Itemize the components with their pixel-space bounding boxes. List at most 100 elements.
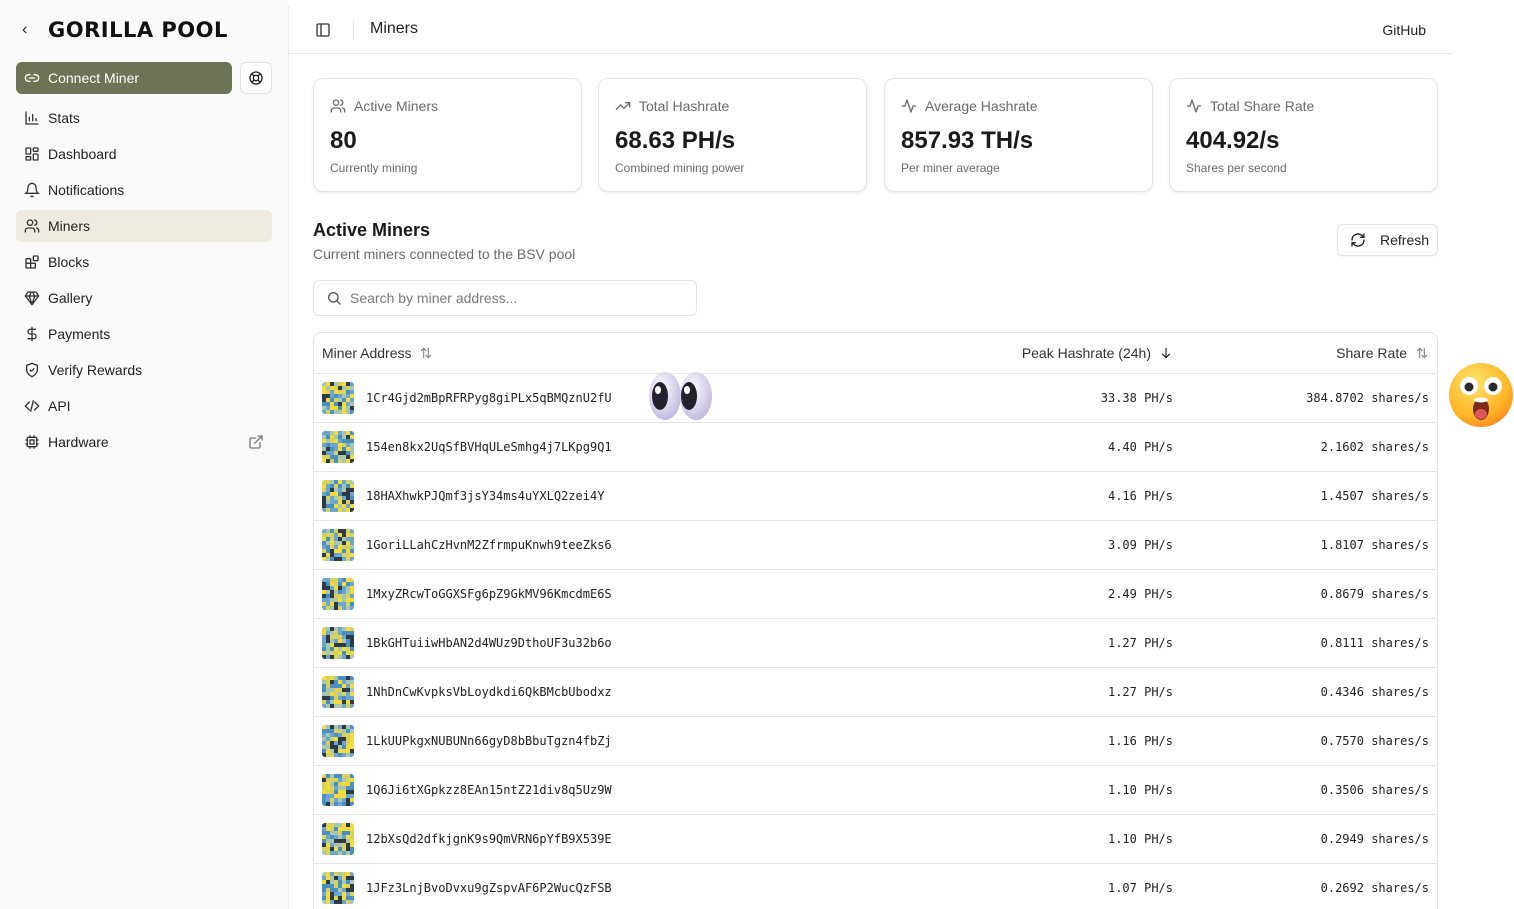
section-title: Active Miners	[313, 220, 431, 240]
table-row[interactable]: 1MxyZRcwToGGXSFg6pZ9GkMV96KmcdmE6S 2.49 …	[314, 570, 1437, 619]
sidebar-item-api[interactable]: API	[16, 390, 272, 422]
sidebar-item-label: Verify Rewards	[48, 362, 143, 378]
search-input[interactable]	[350, 290, 680, 306]
miner-address[interactable]: 18HAXhwkPJQmf3jsY34ms4uYXLQ2zei4Y	[366, 489, 604, 503]
arrow-down-icon	[1161, 347, 1171, 359]
miner-avatar	[322, 676, 354, 708]
external-link-icon	[249, 435, 263, 449]
column-header-miner-address[interactable]: Miner Address	[322, 345, 433, 361]
activity-icon	[901, 99, 917, 113]
identicon-icon	[322, 529, 354, 561]
table-row[interactable]: 1JFz3LnjBvoDvxu9gZspvAF6P2WucQzFSB 1.07 …	[314, 864, 1437, 909]
dashboard-icon	[25, 147, 39, 161]
sidebar-item-notifications[interactable]: Notifications	[16, 174, 272, 206]
peak-hashrate: 1.10 PH/s	[1107, 832, 1173, 846]
column-label: Miner Address	[322, 345, 412, 361]
table-header: Miner Address Peak Hashrate (24h) Share …	[314, 333, 1437, 374]
share-rate: 0.2949 shares/s	[1320, 832, 1429, 846]
peak-hashrate: 4.16 PH/s	[1107, 489, 1173, 503]
sidebar-item-payments[interactable]: Payments	[16, 318, 272, 350]
table-row[interactable]: 154en8kx2UqSfBVHqULeSmhg4j7LKpg9Q1 4.40 …	[314, 423, 1437, 472]
search-icon	[328, 292, 341, 305]
sidebar-item-miners[interactable]: Miners	[16, 210, 272, 242]
sidebar-item-verify-rewards[interactable]: Verify Rewards	[16, 354, 272, 386]
miner-avatar	[322, 431, 354, 463]
identicon-icon	[322, 480, 354, 512]
dollar-icon	[27, 326, 37, 342]
miner-address[interactable]: 1Cr4Gjd2mBpRFRPyg8giPLx5qBMQznU2fU	[366, 391, 612, 405]
life-buoy-icon	[249, 71, 263, 85]
header-divider	[353, 20, 354, 40]
table-row[interactable]: 18HAXhwkPJQmf3jsY34ms4uYXLQ2zei4Y 4.16 P…	[314, 472, 1437, 521]
miner-address[interactable]: 12bXsQd2dfkjgnK9s9QmVRN6pYfB9X539E	[366, 832, 612, 846]
connect-miner-label: Connect Miner	[48, 70, 140, 86]
total-share-rate-card: Total Share Rate 404.92/s Shares per sec…	[1169, 78, 1438, 192]
active-miners-card: Active Miners 80 Currently mining	[313, 78, 582, 192]
identicon-icon	[322, 725, 354, 757]
column-header-share-rate[interactable]: Share Rate	[1336, 345, 1429, 361]
sort-icon	[421, 347, 432, 359]
miner-avatar	[322, 480, 354, 512]
miner-address[interactable]: 1NhDnCwKvpksVbLoydkdi6QkBMcbUbodxz	[366, 685, 612, 699]
trending-up-icon	[615, 102, 631, 110]
table-row[interactable]: 1GoriLLahCzHvnM2ZfrmpuKnwh9teeZks6 3.09 …	[314, 521, 1437, 570]
miner-address[interactable]: 1Q6Ji6tXGpkzz8EAn15ntZ21div8q5Uz9W	[366, 783, 612, 797]
refresh-label: Refresh	[1380, 232, 1430, 248]
sidebar-item-gallery[interactable]: Gallery	[16, 282, 272, 314]
cpu-icon	[25, 435, 39, 449]
sidebar-toggle-icon[interactable]	[315, 22, 331, 38]
back-chevron-icon[interactable]: ‹	[22, 21, 36, 39]
code-icon	[24, 400, 40, 412]
share-rate: 0.2692 shares/s	[1320, 881, 1429, 895]
sidebar-nav: Stats Dashboard Notifications Miners Blo…	[16, 102, 272, 462]
card-title: Average Hashrate	[925, 98, 1038, 114]
table-row[interactable]: 1BkGHTuiiwHbAN2d4WUz9DthoUF3u32b6o 1.27 …	[314, 619, 1437, 668]
sidebar-item-stats[interactable]: Stats	[16, 102, 272, 134]
shield-check-icon	[26, 362, 38, 378]
github-link[interactable]: GitHub	[1382, 22, 1426, 38]
sidebar-item-label: Gallery	[48, 290, 93, 306]
miner-address[interactable]: 154en8kx2UqSfBVHqULeSmhg4j7LKpg9Q1	[366, 440, 612, 454]
sidebar-item-label: Notifications	[48, 182, 125, 198]
miner-address[interactable]: 1BkGHTuiiwHbAN2d4WUz9DthoUF3u32b6o	[366, 636, 612, 650]
column-header-peak-hashrate[interactable]: Peak Hashrate (24h)	[1022, 345, 1173, 361]
miner-avatar	[322, 774, 354, 806]
table-row[interactable]: 1NhDnCwKvpksVbLoydkdi6QkBMcbUbodxz 1.27 …	[314, 668, 1437, 717]
sidebar-item-label: Blocks	[48, 254, 90, 270]
peak-hashrate: 1.10 PH/s	[1107, 783, 1173, 797]
table-row[interactable]: 1Q6Ji6tXGpkzz8EAn15ntZ21div8q5Uz9W 1.10 …	[314, 766, 1437, 815]
table-row[interactable]: 12bXsQd2dfkjgnK9s9QmVRN6pYfB9X539E 1.10 …	[314, 815, 1437, 864]
identicon-icon	[322, 627, 354, 659]
blocks-icon	[25, 255, 39, 269]
users-icon	[24, 219, 40, 233]
sidebar-item-blocks[interactable]: Blocks	[16, 246, 272, 278]
brand: ‹ GORILLA POOL	[22, 14, 228, 46]
table-row[interactable]: 1Cr4Gjd2mBpRFRPyg8giPLx5qBMQznU2fU 33.38…	[314, 374, 1437, 423]
refresh-button[interactable]: Refresh	[1337, 224, 1438, 256]
miner-address[interactable]: 1GoriLLahCzHvnM2ZfrmpuKnwh9teeZks6	[366, 538, 612, 552]
miner-address[interactable]: 1LkUUPkgxNUBUNn66gyD8bBbuTgzn4fbZj	[366, 734, 612, 748]
card-subtitle: Currently mining	[330, 161, 418, 175]
sidebar-item-label: Dashboard	[48, 146, 117, 162]
sidebar-item-hardware[interactable]: Hardware	[16, 426, 272, 458]
miner-address[interactable]: 1MxyZRcwToGGXSFg6pZ9GkMV96KmcdmE6S	[366, 587, 612, 601]
eyes-emoji-icon	[649, 372, 712, 420]
connect-miner-button[interactable]: Connect Miner	[16, 62, 232, 94]
table-row[interactable]: 1LkUUPkgxNUBUNn66gyD8bBbuTgzn4fbZj 1.16 …	[314, 717, 1437, 766]
gem-icon	[24, 291, 40, 306]
miner-address[interactable]: 1JFz3LnjBvoDvxu9gZspvAF6P2WucQzFSB	[366, 881, 612, 895]
peak-hashrate: 1.16 PH/s	[1107, 734, 1173, 748]
users-icon	[330, 99, 346, 113]
gorilla-pool-logo[interactable]: GORILLA POOL	[48, 18, 228, 42]
bar-chart-icon	[25, 111, 39, 125]
identicon-icon	[322, 774, 354, 806]
table-body: 1Cr4Gjd2mBpRFRPyg8giPLx5qBMQznU2fU 33.38…	[314, 374, 1437, 909]
peak-hashrate: 1.27 PH/s	[1107, 636, 1173, 650]
top-bar: Miners GitHub	[289, 6, 1452, 54]
activity-icon	[1186, 99, 1202, 113]
sidebar-item-dashboard[interactable]: Dashboard	[16, 138, 272, 170]
share-rate: 2.1602 shares/s	[1320, 440, 1429, 454]
support-button[interactable]	[240, 62, 272, 94]
miner-avatar	[322, 627, 354, 659]
bell-icon	[24, 182, 40, 198]
